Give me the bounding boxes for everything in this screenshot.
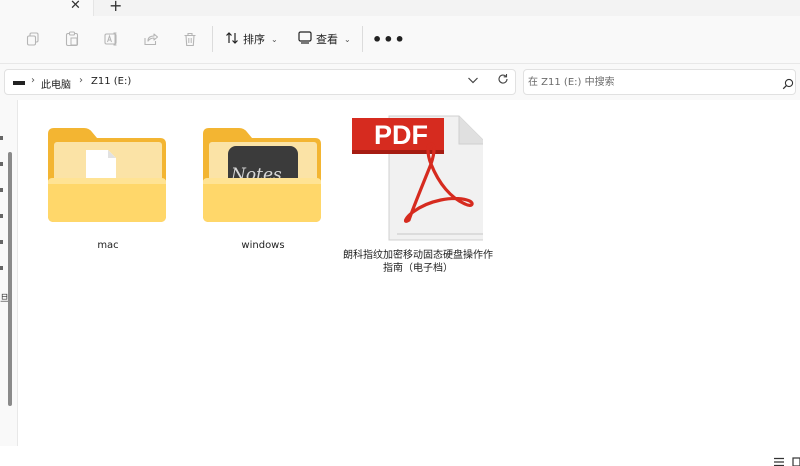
tab-close-button[interactable]: ✕ bbox=[70, 0, 81, 13]
share-icon[interactable] bbox=[142, 30, 160, 48]
nav-expand-icon[interactable] bbox=[0, 214, 3, 218]
nav-expand-icon[interactable] bbox=[0, 240, 3, 244]
toolbar-separator bbox=[212, 26, 213, 52]
view-icon bbox=[298, 31, 312, 47]
folder-icon bbox=[48, 128, 166, 222]
refresh-icon[interactable] bbox=[497, 73, 509, 89]
breadcrumb-this-pc[interactable]: 此电脑 bbox=[41, 76, 71, 91]
navigation-row: › 此电脑 › Z11 (E:) bbox=[0, 64, 800, 100]
tab-current[interactable]: ✕ bbox=[0, 0, 94, 16]
toolbar-separator bbox=[362, 26, 363, 52]
folder-item-mac[interactable]: mac bbox=[33, 100, 183, 270]
item-name: 朗科指纹加密移动固态硬盘操作作 指南（电子档） bbox=[343, 249, 493, 275]
chevron-down-icon: ⌄ bbox=[344, 34, 351, 44]
sort-label: 排序 bbox=[243, 33, 265, 46]
sort-button[interactable]: 排序 ⌄ bbox=[225, 28, 278, 50]
search-box bbox=[523, 69, 796, 95]
large-icons-view-icon[interactable] bbox=[792, 452, 800, 466]
item-name: mac bbox=[97, 240, 119, 251]
tab-strip: ✕ + bbox=[0, 0, 800, 16]
rename-icon[interactable] bbox=[103, 30, 121, 48]
details-view-icon[interactable] bbox=[773, 452, 785, 466]
file-item-pdf[interactable]: PDF 朗科指纹加密移动固态硬盘操作作 指南（电子档） bbox=[343, 100, 493, 280]
command-bar: 排序 ⌄ 查看 ⌄ ••• bbox=[0, 16, 800, 64]
item-name-line: 朗科指纹加密移动固态硬盘操作作 bbox=[343, 250, 493, 261]
address-history-chevron-icon[interactable] bbox=[467, 74, 479, 88]
item-name-line: 指南（电子档） bbox=[383, 263, 453, 274]
navigation-pane: 旦 bbox=[0, 100, 18, 446]
status-bar bbox=[0, 446, 800, 466]
chevron-right-icon[interactable]: › bbox=[31, 75, 35, 86]
nav-expand-icon[interactable] bbox=[0, 188, 3, 192]
copy-icon[interactable] bbox=[24, 30, 42, 48]
sort-icon bbox=[225, 31, 239, 48]
pdf-badge: PDF bbox=[374, 120, 428, 150]
delete-icon[interactable] bbox=[181, 30, 199, 48]
chevron-right-icon[interactable]: › bbox=[79, 75, 83, 86]
chevron-down-icon: ⌄ bbox=[271, 34, 278, 44]
more-options-button[interactable]: ••• bbox=[372, 30, 406, 49]
this-pc-icon bbox=[13, 81, 25, 85]
nav-scrollbar[interactable] bbox=[8, 152, 12, 406]
nav-expand-icon[interactable] bbox=[0, 266, 3, 270]
breadcrumb-drive[interactable]: Z11 (E:) bbox=[91, 76, 131, 87]
nav-expand-icon[interactable] bbox=[0, 162, 3, 166]
item-name: windows bbox=[241, 240, 285, 251]
view-button[interactable]: 查看 ⌄ bbox=[298, 28, 351, 50]
address-bar[interactable]: › 此电脑 › Z11 (E:) bbox=[4, 69, 516, 95]
nav-expand-icon[interactable] bbox=[0, 136, 3, 140]
new-tab-button[interactable]: + bbox=[109, 0, 122, 15]
folder-item-windows[interactable]: Notes windows bbox=[188, 100, 338, 270]
search-input[interactable] bbox=[528, 73, 768, 91]
folder-icon: Notes bbox=[203, 128, 321, 222]
view-label: 查看 bbox=[316, 33, 338, 46]
search-icon[interactable] bbox=[782, 75, 794, 90]
file-list: mac Notes windows PDF 朗科指纹加密移动固态硬盘操作作 指南… bbox=[19, 100, 800, 446]
paste-icon[interactable] bbox=[63, 30, 81, 48]
